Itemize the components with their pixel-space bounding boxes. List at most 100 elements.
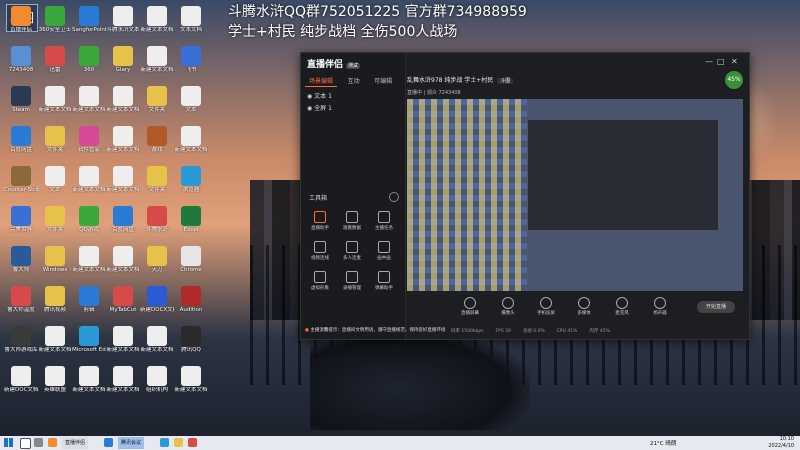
desktop-icon[interactable]: 7243408 xyxy=(4,46,38,73)
desktop-icon[interactable]: Glary xyxy=(106,46,140,73)
desktop-icon[interactable]: 新建文本文档 xyxy=(106,166,140,193)
desktop-icon[interactable]: 新建文本文档 xyxy=(38,86,72,113)
scene-item-fullscreen[interactable]: ◉ 全屏 1 xyxy=(307,103,332,112)
desktop-icon[interactable]: QQ游戏 xyxy=(72,206,106,233)
scene-item-text[interactable]: ◉ 文本 1 xyxy=(307,91,332,100)
desktop-icon[interactable]: 文件夹 xyxy=(140,86,174,113)
app-icon xyxy=(113,286,133,306)
minimize-icon[interactable]: — xyxy=(705,57,713,66)
desktop-icon[interactable]: Windows xyxy=(38,246,72,273)
tool-item[interactable]: 录播管理 xyxy=(337,271,367,291)
desktop-icon[interactable]: 360安全卫士 xyxy=(38,6,72,33)
desktop-icon[interactable]: 腾讯QQ xyxy=(174,326,208,353)
task-view-icon[interactable] xyxy=(34,438,43,447)
desktop-icon[interactable]: 新建文本文档 xyxy=(140,6,174,33)
desktop-icon[interactable]: 腾讯视频 xyxy=(38,286,72,313)
desktop-icon[interactable]: SangforPointer xyxy=(72,6,106,33)
desktop-icon[interactable]: 迅雷 xyxy=(38,46,72,73)
desktop-icon[interactable]: 360 xyxy=(72,46,106,73)
desktop-icon[interactable]: 组织机构 xyxy=(140,366,174,393)
chrome-icon[interactable] xyxy=(188,438,197,447)
desktop-icon[interactable]: 文件夹 xyxy=(38,126,72,153)
desktop-icon[interactable]: 新建DOC文档 xyxy=(4,366,38,393)
desktop-icon[interactable]: 新建文本文档 xyxy=(106,86,140,113)
tool-item[interactable]: 视频连线 xyxy=(305,241,335,261)
desktop-icon[interactable]: 新建文本文档 xyxy=(72,366,106,393)
desktop-icon[interactable]: 新建文本文档 xyxy=(38,326,72,353)
tool-item[interactable]: 多人连麦 xyxy=(337,241,367,261)
desktop-icon[interactable]: 新建文本文档 xyxy=(140,46,174,73)
action-button[interactable]: 扬声器 xyxy=(641,297,679,316)
desktop-icon[interactable]: 新建文本文档 xyxy=(106,326,140,353)
desktop-icon[interactable]: 新建DOCX文档 xyxy=(140,286,174,313)
taskbar-task-meeting[interactable]: 腾讯会议 xyxy=(118,437,145,449)
desktop-icon[interactable]: 斗腾水浒文本 xyxy=(106,6,140,33)
desktop-icon[interactable]: 新建文本文档 xyxy=(106,126,140,153)
desktop-icon[interactable]: 鲁大师游戏库 xyxy=(4,326,38,353)
desktop-icon[interactable]: 文本文档 xyxy=(174,6,208,33)
tool-item[interactable]: 弹幕助手 xyxy=(369,271,399,291)
desktop-icon[interactable]: 软件管家 xyxy=(72,126,106,153)
desktop-icon[interactable]: 新建文本文档 xyxy=(72,246,106,273)
desktop-icon[interactable]: 文本 xyxy=(38,166,72,193)
tab-editable[interactable]: 可编辑 xyxy=(370,75,396,86)
tool-item[interactable]: 虚拟形象 xyxy=(305,271,335,291)
folder-icon[interactable] xyxy=(174,438,183,447)
desktop-icon[interactable]: 鲁大师温度 xyxy=(4,286,38,313)
desktop-icon[interactable]: 完美世界 xyxy=(4,206,38,233)
action-button[interactable]: 多媒体 xyxy=(565,297,603,316)
action-button[interactable]: 麦克风 xyxy=(603,297,641,316)
taskbar-task-streaming[interactable]: 直播伴侣 xyxy=(62,437,89,449)
desktop-icon[interactable]: 斗腾水浒 xyxy=(140,206,174,233)
desktop-icon[interactable]: 新建文本文档 xyxy=(106,246,140,273)
desktop-icon[interactable]: Microsoft Edge xyxy=(72,326,106,353)
maximize-icon[interactable]: □ xyxy=(717,57,725,66)
desktop-icon[interactable]: 剪辑 xyxy=(72,286,106,313)
desktop-icon[interactable]: Chrome xyxy=(174,246,208,273)
action-button[interactable]: 摄像头 xyxy=(489,297,527,316)
meeting-app-icon[interactable] xyxy=(104,438,113,447)
tab-interact[interactable]: 互动 xyxy=(344,75,364,86)
desktop-icon[interactable]: Counter-Strike xyxy=(4,166,38,193)
tool-item[interactable]: 观看数据 xyxy=(337,211,367,231)
start-live-button[interactable]: 开始直播 xyxy=(697,301,735,313)
desktop-icon[interactable]: 新建文本文档 xyxy=(140,326,174,353)
desktop-icon[interactable]: 直播伴侣 xyxy=(4,6,38,33)
desktop-icon[interactable]: 英雄联盟 xyxy=(38,366,72,393)
desktop-icon[interactable]: 文件夹 xyxy=(140,166,174,193)
action-button[interactable]: 直播屏幕 xyxy=(451,297,489,316)
search-icon[interactable] xyxy=(20,438,31,449)
streaming-app-icon[interactable] xyxy=(48,438,57,447)
desktop-icon[interactable]: Audition xyxy=(174,286,208,313)
desktop-icon[interactable]: 新建文本文档 xyxy=(72,86,106,113)
desktop-icon[interactable]: 天刀 xyxy=(140,246,174,273)
desktop-icon[interactable]: 百度网盘 xyxy=(106,206,140,233)
desktop-icon[interactable]: 文本 xyxy=(174,86,208,113)
tab-scene-edit[interactable]: 场景编辑 xyxy=(305,75,338,87)
desktop-icon[interactable]: 鲁大师 xyxy=(4,246,38,273)
desktop-icon[interactable]: Steam xyxy=(4,86,38,113)
weather-widget[interactable]: 21°C 晴朗 xyxy=(650,439,676,447)
edge-icon[interactable] xyxy=(160,438,169,447)
desktop-icon[interactable]: MyTabCut xyxy=(106,286,140,313)
tool-item[interactable]: 主播任务 xyxy=(369,211,399,231)
tool-item[interactable]: 直播助手 xyxy=(305,211,335,231)
desktop-icon[interactable]: 新建文本文档 xyxy=(174,126,208,153)
action-button[interactable]: 手机投屏 xyxy=(527,297,565,316)
desktop-icon[interactable]: Excel xyxy=(174,206,208,233)
desktop-icon[interactable]: 飞书 xyxy=(174,46,208,73)
desktop-icon[interactable]: 游戏 xyxy=(140,126,174,153)
desktop-icon[interactable]: 新建文本文档 xyxy=(72,166,106,193)
desktop-icon[interactable]: 百度网盘 xyxy=(4,126,38,153)
stream-preview[interactable] xyxy=(407,99,743,291)
desktop-icon[interactable]: 新建文本文档 xyxy=(106,366,140,393)
desktop-icon[interactable]: 新建文本文档 xyxy=(174,366,208,393)
desktop-icon[interactable]: 浏览器 xyxy=(174,166,208,193)
close-icon[interactable]: ✕ xyxy=(731,57,738,66)
toolbox-close-icon[interactable] xyxy=(389,192,399,202)
desktop-icon[interactable]: 文件夹 xyxy=(38,206,72,233)
clock[interactable]: 10:10 2022/4/10 xyxy=(768,436,794,450)
tool-item[interactable]: 画中画 xyxy=(369,241,399,261)
desktop-icon-label: 新建文本文档 xyxy=(106,107,140,113)
windows-start-icon[interactable] xyxy=(4,438,13,447)
